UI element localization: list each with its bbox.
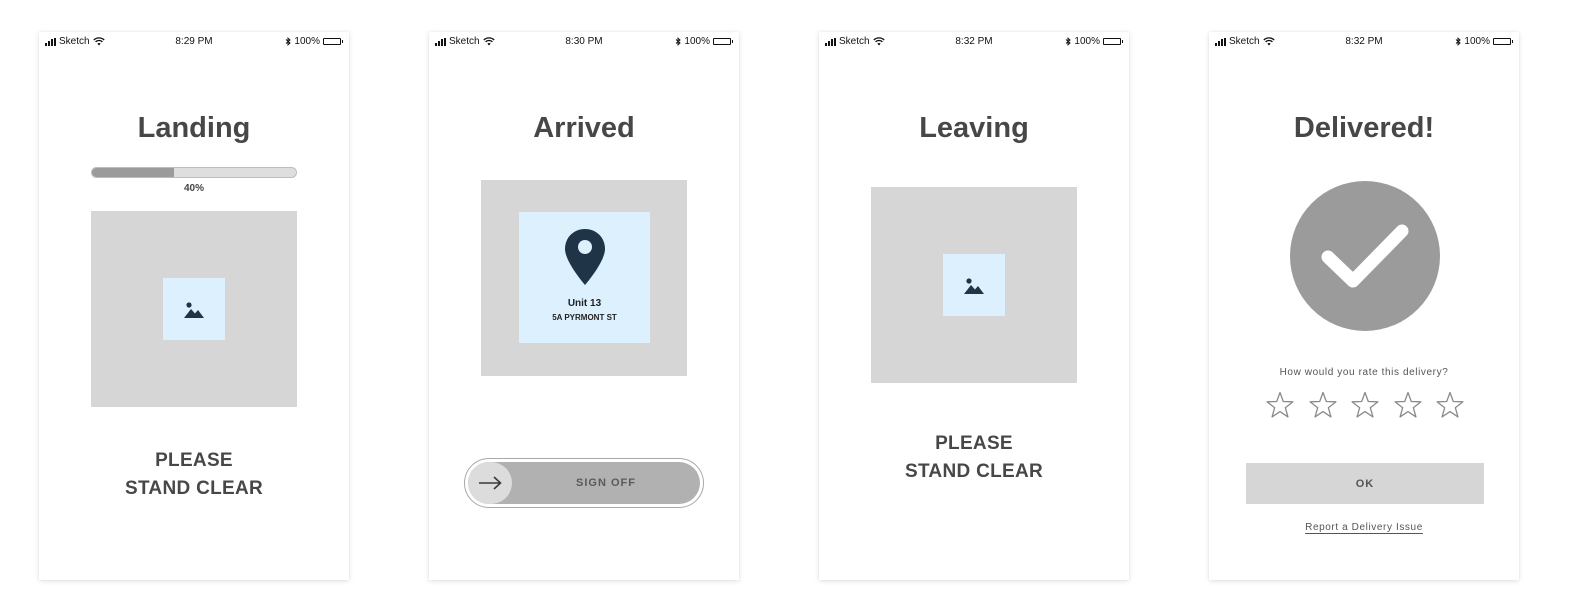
bluetooth-icon (286, 37, 292, 46)
ok-button[interactable]: OK (1246, 463, 1484, 504)
slider-handle[interactable] (468, 462, 512, 504)
battery-percent: 100% (1074, 36, 1100, 47)
sign-off-label: SIGN OFF (576, 477, 636, 489)
star-icon[interactable] (1393, 390, 1423, 420)
image-icon (964, 277, 984, 294)
bluetooth-icon (676, 37, 682, 46)
message-line-2: STAND CLEAR (124, 478, 264, 499)
stand-clear-message: PLEASE STAND CLEAR (39, 447, 349, 503)
battery-percent: 100% (684, 36, 710, 47)
camera-feed-placeholder (91, 211, 297, 407)
message-line-1: PLEASE (935, 433, 1013, 454)
stand-clear-message: PLEASE STAND CLEAR (819, 430, 1129, 486)
star-icon[interactable] (1350, 390, 1380, 420)
star-rating (1265, 390, 1465, 420)
battery-icon (713, 38, 733, 45)
status-bar: Sketch 8:29 PM 100% (39, 32, 349, 52)
bluetooth-icon (1066, 37, 1072, 46)
progress-bar-fill (92, 168, 174, 177)
message-line-2: STAND CLEAR (904, 461, 1044, 482)
page-title: Arrived (533, 112, 635, 144)
star-icon[interactable] (1435, 390, 1465, 420)
location-card: Unit 13 5A PYRMONT ST (481, 180, 687, 376)
bluetooth-icon (1456, 37, 1462, 46)
battery-percent: 100% (1464, 36, 1490, 47)
battery-icon (1493, 38, 1513, 45)
status-bar: Sketch 8:30 PM 100% (429, 32, 739, 52)
message-line-1: PLEASE (155, 450, 233, 471)
page-title: Delivered! (1293, 112, 1435, 144)
street-address: 5A PYRMONT ST (552, 312, 617, 322)
image-icon (184, 301, 204, 318)
star-icon[interactable] (1265, 390, 1295, 420)
map-pin-icon (564, 228, 605, 285)
checkmark-icon (1321, 224, 1409, 288)
page-title: Landing (137, 112, 251, 144)
battery-percent: 100% (294, 36, 320, 47)
phone-screen-delivered: Sketch 8:32 PM 100% Delivered! How would… (1209, 32, 1519, 580)
arrow-right-icon (479, 476, 502, 490)
image-placeholder (943, 254, 1005, 316)
progress-bar (91, 167, 297, 178)
page-title: Leaving (919, 112, 1029, 144)
progress-label: 40% (183, 183, 204, 194)
phone-screen-leaving: Sketch 8:32 PM 100% Leaving PLEASE STAND… (819, 32, 1129, 580)
battery-icon (323, 38, 343, 45)
phone-screen-landing: Sketch 8:29 PM 100% Landing 40% PLEASE S… (39, 32, 349, 580)
report-issue-link-row: Report a Delivery Issue (1209, 522, 1519, 533)
address-tile: Unit 13 5A PYRMONT ST (519, 212, 650, 343)
status-bar: Sketch 8:32 PM 100% (819, 32, 1129, 52)
report-issue-link[interactable]: Report a Delivery Issue (1305, 522, 1423, 533)
success-badge (1290, 181, 1440, 331)
battery-icon (1103, 38, 1123, 45)
phone-screen-arrived: Sketch 8:30 PM 100% Arrived Unit 13 5A P… (429, 32, 739, 580)
status-bar: Sketch 8:32 PM 100% (1209, 32, 1519, 52)
unit-number: Unit 13 (567, 297, 602, 309)
image-placeholder (163, 278, 225, 340)
camera-feed-placeholder (871, 187, 1077, 383)
rating-question: How would you rate this delivery? (1279, 367, 1449, 378)
sign-off-slider[interactable]: SIGN OFF (464, 458, 704, 508)
star-icon[interactable] (1308, 390, 1338, 420)
